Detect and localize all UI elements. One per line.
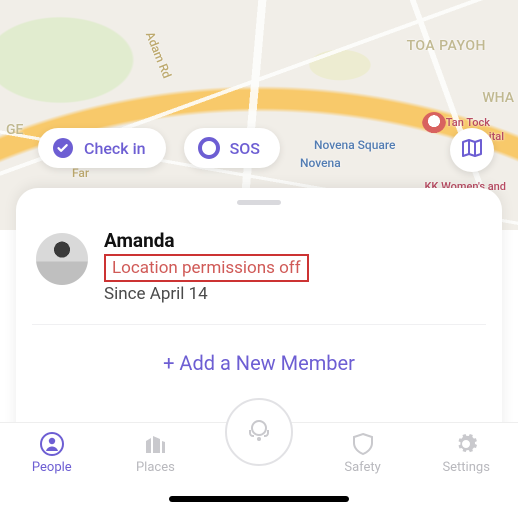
tab-bar: People Places . Safety Settings	[0, 422, 518, 508]
map-label-farrer: Far	[72, 166, 89, 180]
app-root: Adam Rd TOA PAYOH WHA GE Novena Square T…	[0, 0, 518, 508]
sos-label: SOS	[230, 139, 260, 158]
tab-settings[interactable]: Settings	[425, 431, 507, 475]
map-label-tan-tock: Tan Tock	[446, 116, 490, 129]
map-layer-icon	[460, 136, 484, 164]
headset-icon	[242, 413, 276, 451]
safety-icon	[350, 431, 376, 457]
tab-places-label: Places	[136, 460, 175, 475]
sos-icon	[198, 137, 220, 159]
tab-people-label: People	[32, 460, 72, 475]
center-action-button[interactable]	[225, 398, 293, 466]
checkin-label: Check in	[84, 139, 146, 158]
map-label-toa-payoh: TOA PAYOH	[407, 38, 486, 54]
add-member-button[interactable]: + Add a New Member	[32, 325, 486, 405]
tab-people[interactable]: People	[11, 431, 93, 475]
member-info: Amanda Location permissions off Since Ap…	[104, 229, 309, 304]
tab-places[interactable]: Places	[114, 431, 196, 475]
map-label-novena-sq: Novena Square	[314, 138, 395, 152]
tab-settings-label: Settings	[442, 460, 489, 475]
map-layer-button[interactable]	[450, 128, 494, 172]
home-indicator	[169, 496, 349, 502]
location-permission-warning: Location permissions off	[104, 254, 309, 282]
places-icon	[142, 431, 168, 457]
sos-button[interactable]: SOS	[184, 128, 280, 168]
member-since: Since April 14	[104, 284, 309, 304]
map-label-wha: WHA	[482, 90, 514, 106]
people-icon	[39, 431, 65, 457]
map-poi-pin-icon	[422, 112, 446, 136]
map-label-novena: Novena	[300, 156, 341, 170]
map-label-ge: GE	[6, 122, 23, 138]
settings-icon	[453, 431, 479, 457]
tab-safety-label: Safety	[344, 460, 380, 475]
map-label-adam-rd: Adam Rd	[143, 30, 174, 81]
tab-safety[interactable]: Safety	[322, 431, 404, 475]
member-row[interactable]: Amanda Location permissions off Since Ap…	[32, 225, 486, 325]
avatar	[36, 233, 88, 285]
checkin-button[interactable]: Check in	[38, 128, 166, 168]
checkin-icon	[52, 137, 74, 159]
quick-actions: Check in SOS	[38, 128, 280, 168]
member-name: Amanda	[104, 229, 309, 252]
sheet-grabber[interactable]	[237, 200, 281, 205]
